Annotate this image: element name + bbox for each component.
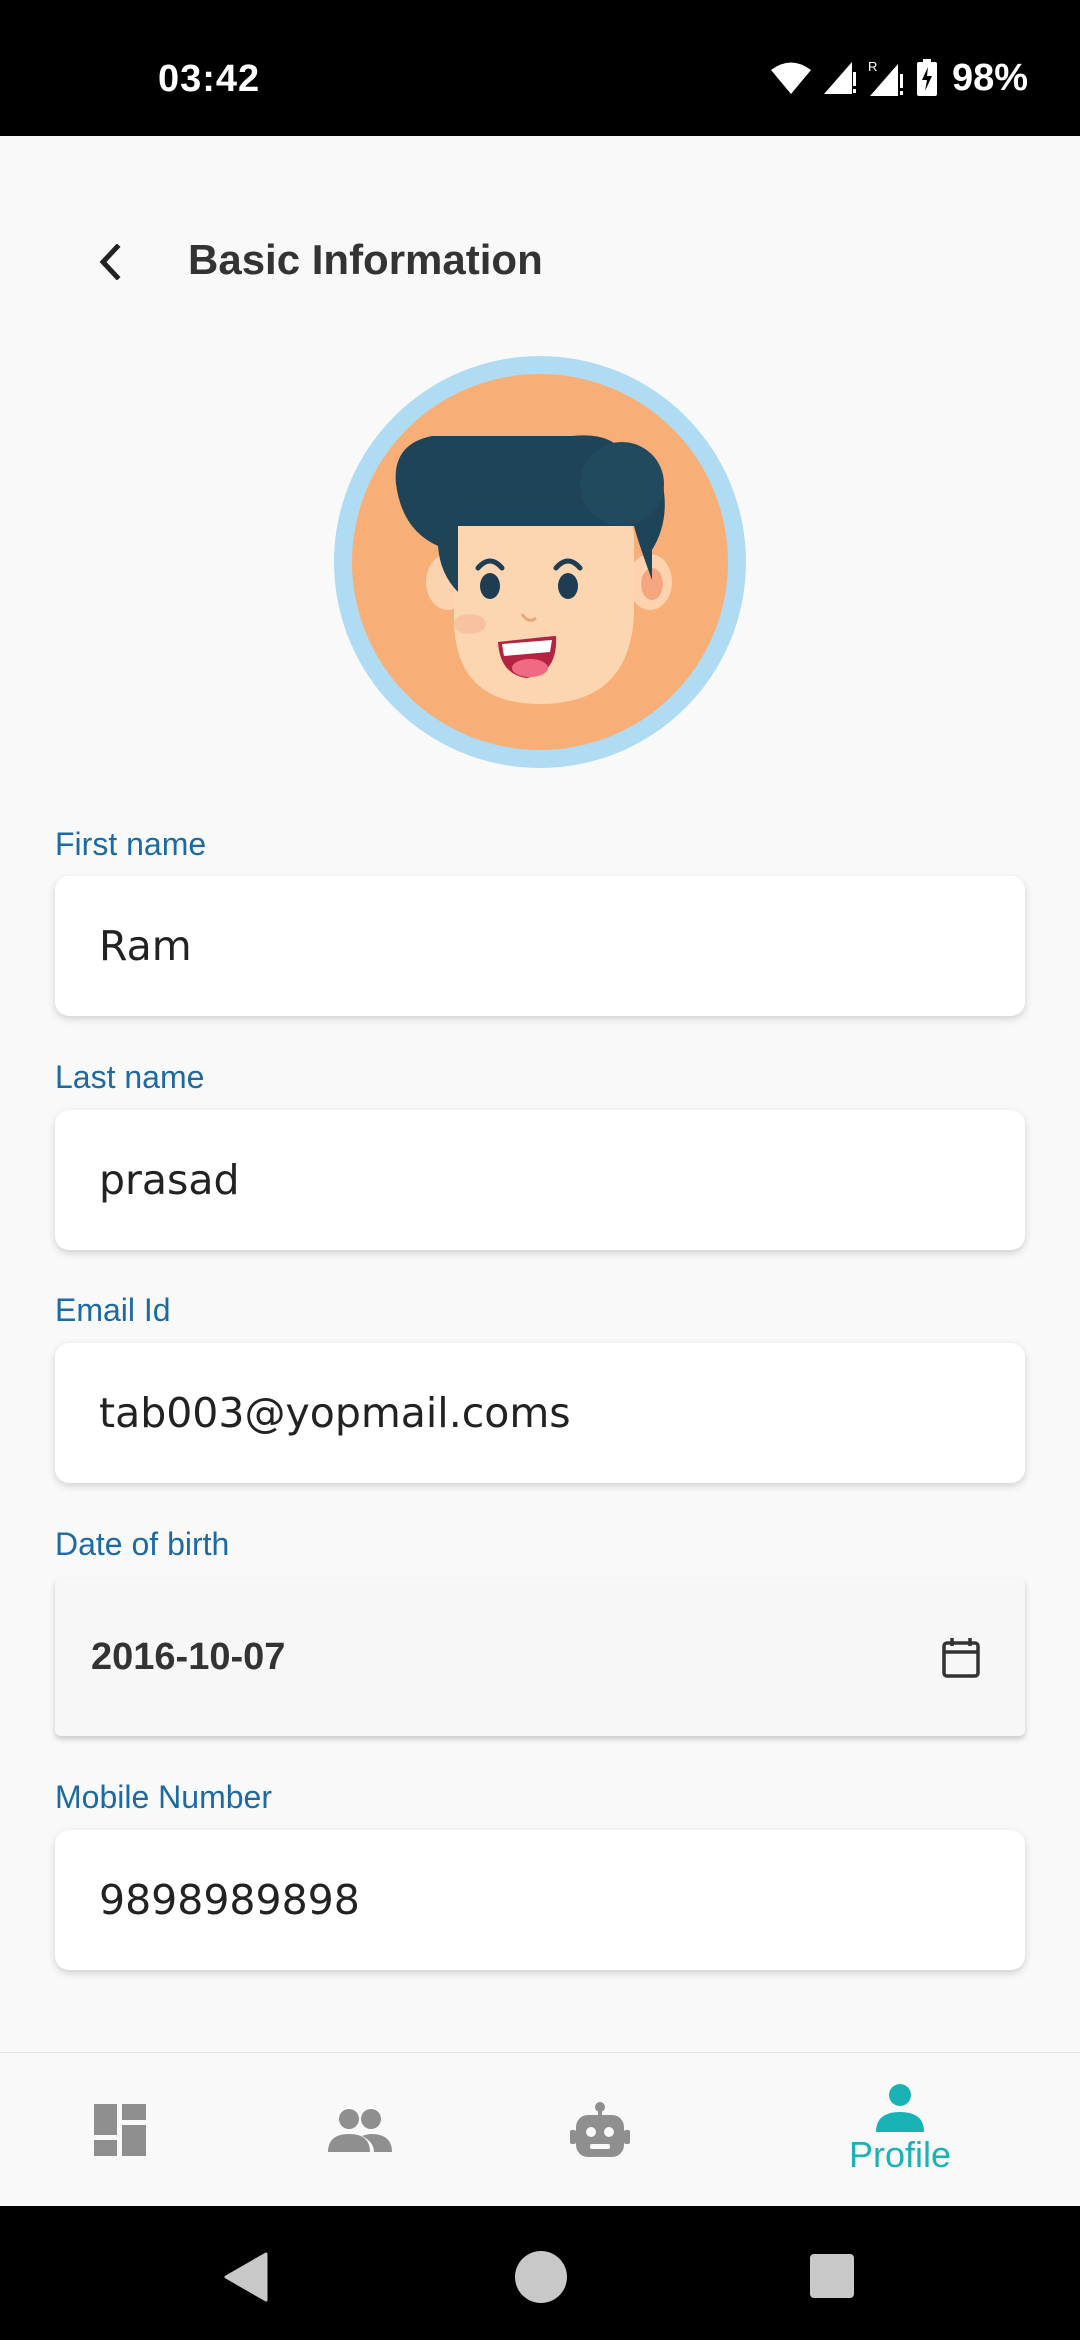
- email-field[interactable]: tab003@yopmail.coms: [55, 1343, 1025, 1483]
- first-name-field[interactable]: Ram: [55, 876, 1025, 1016]
- person-icon: [876, 2084, 924, 2132]
- people-icon: [328, 2109, 392, 2152]
- home-circle-icon[interactable]: [514, 2250, 568, 2304]
- status-icons: R 98%: [770, 56, 1028, 100]
- svg-text:R: R: [868, 59, 877, 74]
- nav-dashboard[interactable]: [20, 2053, 220, 2207]
- last-name-label: Last name: [55, 1059, 205, 1095]
- first-name-label: First name: [55, 826, 207, 862]
- email-value: tab003@yopmail.coms: [99, 1389, 571, 1437]
- mobile-value: 9898989898: [99, 1876, 360, 1924]
- profile-avatar[interactable]: [334, 356, 746, 768]
- battery-percent: 98%: [951, 56, 1028, 99]
- dob-field[interactable]: 2016-10-07: [55, 1578, 1025, 1736]
- dashboard-icon: [94, 2104, 146, 2156]
- bottom-navigation: Profile: [0, 2052, 1080, 2207]
- signal-roaming-icon: R: [868, 59, 903, 96]
- chevron-left-icon: [99, 244, 121, 280]
- back-button[interactable]: [70, 222, 150, 302]
- email-label: Email Id: [55, 1292, 171, 1328]
- avatar-background: [352, 374, 728, 750]
- status-bar: 03:42 R 98%: [0, 0, 1080, 136]
- mobile-field[interactable]: 9898989898: [55, 1830, 1025, 1970]
- dob-value: 2016-10-07: [91, 1635, 286, 1678]
- mobile-label: Mobile Number: [55, 1779, 272, 1815]
- nav-people[interactable]: [260, 2053, 460, 2207]
- app-bar: Basic Information: [0, 136, 1080, 356]
- dob-label: Date of birth: [55, 1526, 230, 1562]
- recents-square-icon[interactable]: [810, 2254, 854, 2298]
- battery-charging-icon: [916, 59, 937, 96]
- nav-robot[interactable]: [500, 2053, 700, 2207]
- status-time: 03:42: [158, 58, 261, 100]
- last-name-value: prasad: [99, 1156, 240, 1204]
- nav-profile-label: Profile: [848, 2134, 952, 2175]
- boy-cartoon-avatar-icon: [395, 435, 672, 704]
- page-title: Basic Information: [188, 236, 543, 283]
- robot-icon: [570, 2102, 630, 2157]
- back-triangle-icon[interactable]: [222, 2252, 268, 2302]
- calendar-icon[interactable]: [939, 1636, 983, 1680]
- nav-profile[interactable]: Profile: [800, 2053, 1000, 2207]
- wifi-icon: [770, 62, 811, 94]
- signal-icon: [823, 62, 856, 94]
- first-name-value: Ram: [99, 922, 192, 970]
- system-navigation-bar: [0, 2206, 1080, 2340]
- last-name-field[interactable]: prasad: [55, 1110, 1025, 1250]
